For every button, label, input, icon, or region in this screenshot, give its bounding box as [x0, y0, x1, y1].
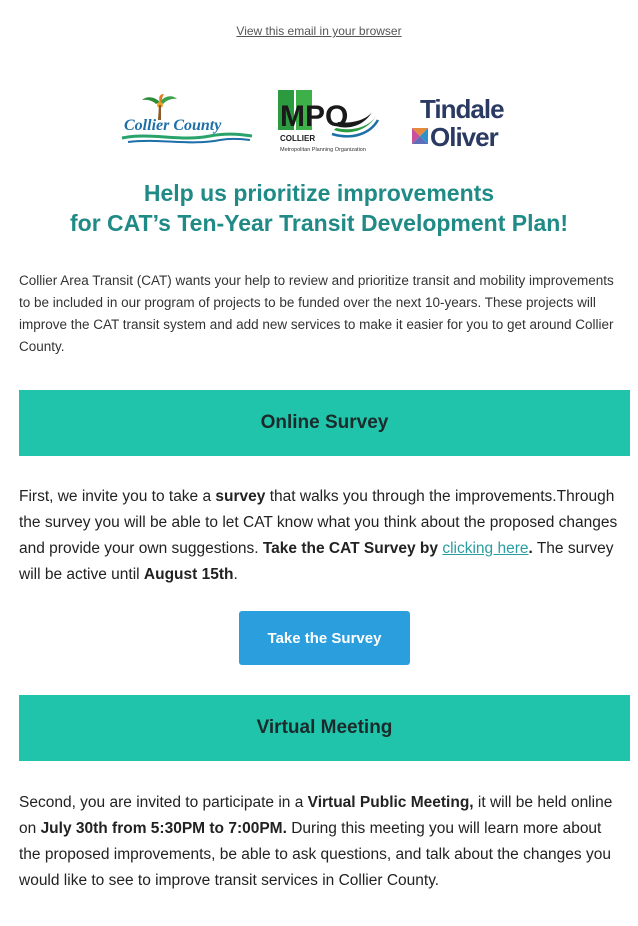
headline-line-1: Help us prioritize improvements — [143, 180, 495, 206]
meeting-paragraph: Second, you are invited to participate i… — [19, 794, 613, 889]
intro-paragraph: Collier Area Transit (CAT) wants your he… — [19, 273, 614, 354]
mpo-logo-sub2: Metropolitan Planning Organization — [280, 147, 366, 153]
collier-county-logo-text: Collier County — [124, 117, 222, 134]
survey-paragraph: First, we invite you to take a survey th… — [19, 488, 618, 583]
oliver-logo-text: Oliver — [430, 122, 499, 152]
survey-link[interactable]: clicking here — [442, 540, 528, 557]
collier-mpo-logo: MPO COLLIER Metropolitan Planning Organi… — [278, 90, 380, 153]
mpo-logo-sub1: COLLIER — [280, 134, 315, 143]
tindale-logo-text: Tindale — [420, 94, 504, 124]
partner-logos: Collier County MPO COLLIER Metropolitan … — [0, 82, 638, 162]
headline: Help us prioritize improvements for CAT’… — [0, 178, 638, 238]
headline-line-2: for CAT’s Ten-Year Transit Development P… — [69, 210, 568, 236]
online-survey-header: Online Survey — [19, 390, 630, 456]
view-in-browser-link[interactable]: View this email in your browser — [0, 24, 638, 38]
tindale-oliver-logo: Tindale Oliver — [412, 94, 505, 152]
take-survey-button[interactable]: Take the Survey — [239, 611, 410, 665]
tindale-x-mark-icon — [412, 128, 428, 144]
collier-county-logo: Collier County — [121, 94, 253, 144]
mpo-logo-text: MPO — [280, 100, 348, 133]
virtual-meeting-header: Virtual Meeting — [19, 695, 630, 761]
